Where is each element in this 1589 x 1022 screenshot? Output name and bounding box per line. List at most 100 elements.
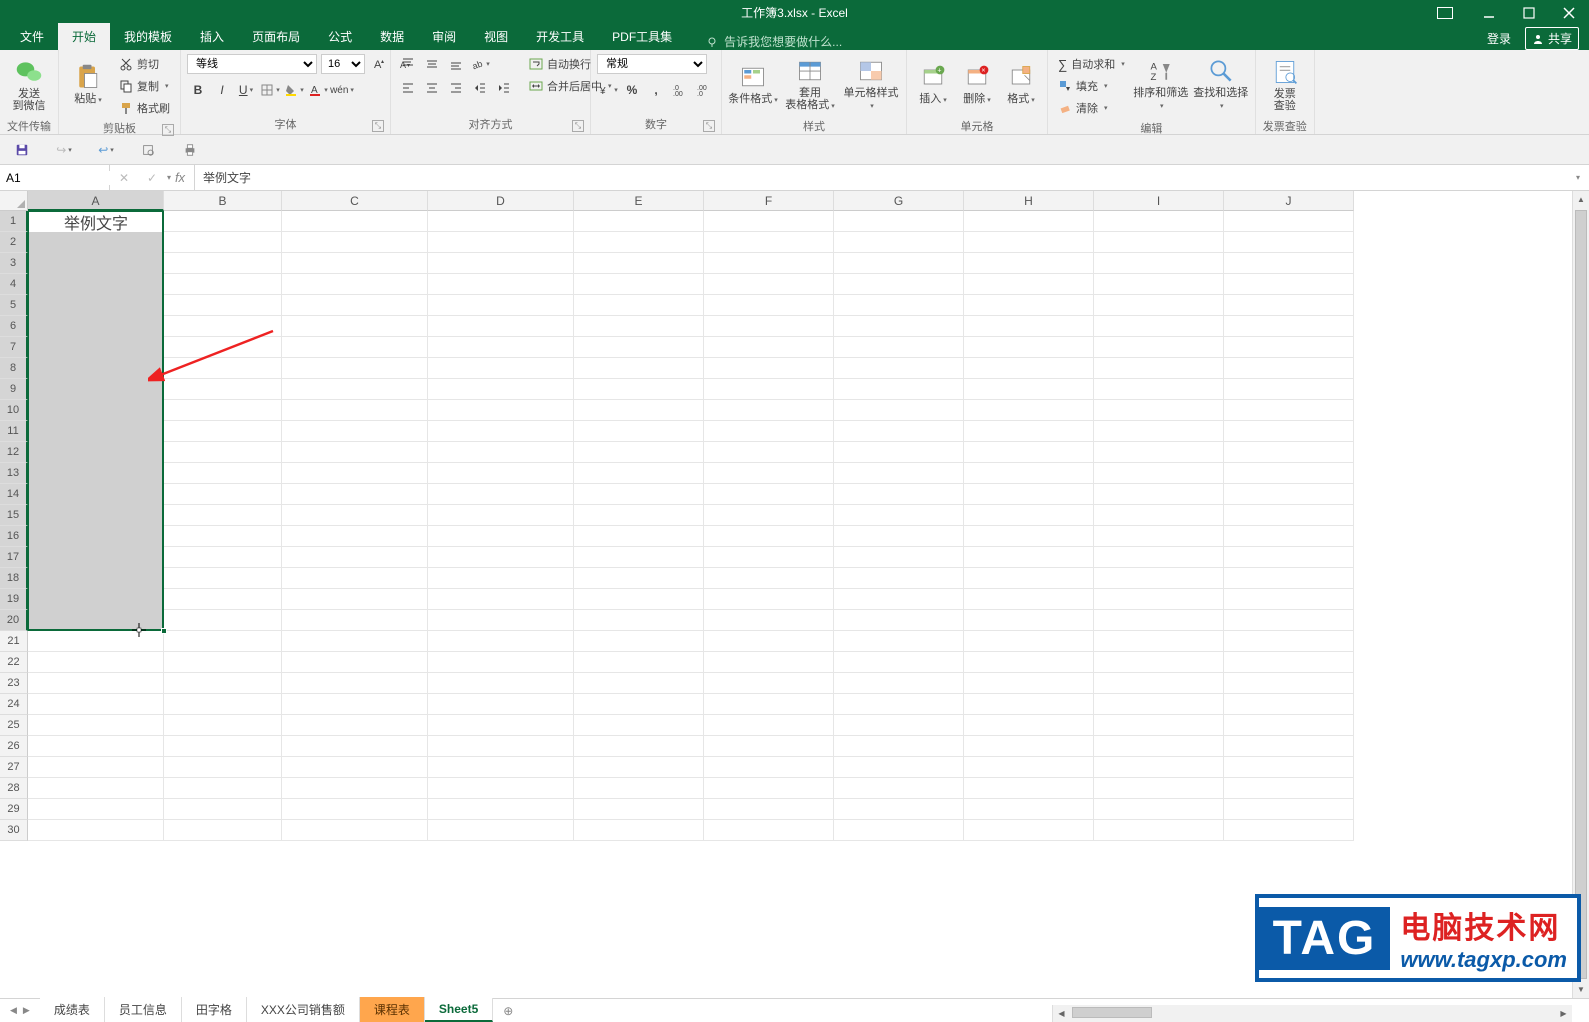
cell-J28[interactable]	[1224, 778, 1354, 799]
row-header-6[interactable]: 6	[0, 316, 28, 337]
formula-bar-expand[interactable]: ▾	[1567, 165, 1589, 190]
close-button[interactable]	[1549, 0, 1589, 25]
clear-button[interactable]: 清除▾	[1054, 98, 1129, 118]
cell-F30[interactable]	[704, 820, 834, 841]
row-header-15[interactable]: 15	[0, 505, 28, 526]
cell-I30[interactable]	[1094, 820, 1224, 841]
cell-H26[interactable]	[964, 736, 1094, 757]
cell-G15[interactable]	[834, 505, 964, 526]
scroll-up-button[interactable]: ▲	[1573, 191, 1589, 208]
cell-B30[interactable]	[164, 820, 282, 841]
cell-G18[interactable]	[834, 568, 964, 589]
login-link[interactable]: 登录	[1487, 30, 1511, 47]
redo-button[interactable]: ↪▾	[52, 138, 76, 162]
cell-E3[interactable]	[574, 253, 704, 274]
cell-F4[interactable]	[704, 274, 834, 295]
cell-G17[interactable]	[834, 547, 964, 568]
save-button[interactable]	[10, 138, 34, 162]
tab-home[interactable]: 开始	[58, 23, 110, 50]
row-header-11[interactable]: 11	[0, 421, 28, 442]
cell-D14[interactable]	[428, 484, 574, 505]
fill-handle[interactable]	[161, 628, 167, 634]
cell-I5[interactable]	[1094, 295, 1224, 316]
cell-C15[interactable]	[282, 505, 428, 526]
cell-G2[interactable]	[834, 232, 964, 253]
cell-H20[interactable]	[964, 610, 1094, 631]
cell-E22[interactable]	[574, 652, 704, 673]
cell-B24[interactable]	[164, 694, 282, 715]
cell-B20[interactable]	[164, 610, 282, 631]
cell-A20[interactable]	[28, 610, 164, 631]
sheet-nav-next[interactable]: ▶	[23, 1005, 30, 1016]
decrease-indent-button[interactable]	[469, 78, 491, 98]
cell-G27[interactable]	[834, 757, 964, 778]
cell-D1[interactable]	[428, 211, 574, 232]
row-header-12[interactable]: 12	[0, 442, 28, 463]
cell-J1[interactable]	[1224, 211, 1354, 232]
cell-E21[interactable]	[574, 631, 704, 652]
cell-C27[interactable]	[282, 757, 428, 778]
cell-A28[interactable]	[28, 778, 164, 799]
cell-F13[interactable]	[704, 463, 834, 484]
sheet-tab-Sheet5[interactable]: Sheet5	[425, 998, 493, 1022]
font-size-select[interactable]: 16	[321, 54, 365, 74]
cell-A1[interactable]	[28, 211, 164, 232]
row-header-7[interactable]: 7	[0, 337, 28, 358]
cell-J9[interactable]	[1224, 379, 1354, 400]
increase-indent-button[interactable]	[493, 78, 515, 98]
cell-J22[interactable]	[1224, 652, 1354, 673]
cell-C10[interactable]	[282, 400, 428, 421]
cell-F5[interactable]	[704, 295, 834, 316]
row-header-19[interactable]: 19	[0, 589, 28, 610]
tab-page-layout[interactable]: 页面布局	[238, 23, 314, 50]
cell-A3[interactable]	[28, 253, 164, 274]
cell-E26[interactable]	[574, 736, 704, 757]
tab-view[interactable]: 视图	[470, 23, 522, 50]
cell-I3[interactable]	[1094, 253, 1224, 274]
cell-C8[interactable]	[282, 358, 428, 379]
row-header-20[interactable]: 20	[0, 610, 28, 631]
cell-H12[interactable]	[964, 442, 1094, 463]
cell-F8[interactable]	[704, 358, 834, 379]
cell-E17[interactable]	[574, 547, 704, 568]
cell-H27[interactable]	[964, 757, 1094, 778]
cell-F24[interactable]	[704, 694, 834, 715]
cell-F10[interactable]	[704, 400, 834, 421]
cell-A13[interactable]	[28, 463, 164, 484]
cell-B29[interactable]	[164, 799, 282, 820]
cell-C9[interactable]	[282, 379, 428, 400]
comma-button[interactable]: ,	[645, 80, 667, 100]
insert-function-button[interactable]: fx	[166, 165, 194, 190]
cell-I23[interactable]	[1094, 673, 1224, 694]
cell-J29[interactable]	[1224, 799, 1354, 820]
orientation-button[interactable]: ab▾	[469, 54, 491, 74]
cell-G7[interactable]	[834, 337, 964, 358]
cell-A2[interactable]	[28, 232, 164, 253]
row-header-26[interactable]: 26	[0, 736, 28, 757]
spreadsheet-grid[interactable]: ABCDEFGHIJ 12345678910111213141516171819…	[0, 191, 1589, 998]
select-all-corner[interactable]	[0, 191, 28, 211]
cell-J4[interactable]	[1224, 274, 1354, 295]
cell-A5[interactable]	[28, 295, 164, 316]
cell-A26[interactable]	[28, 736, 164, 757]
row-header-17[interactable]: 17	[0, 547, 28, 568]
cell-A19[interactable]	[28, 589, 164, 610]
row-header-18[interactable]: 18	[0, 568, 28, 589]
cell-F26[interactable]	[704, 736, 834, 757]
cell-F1[interactable]	[704, 211, 834, 232]
send-to-wechat-button[interactable]: 发送到微信	[6, 54, 52, 116]
cell-J18[interactable]	[1224, 568, 1354, 589]
cell-G9[interactable]	[834, 379, 964, 400]
cell-C17[interactable]	[282, 547, 428, 568]
cell-B14[interactable]	[164, 484, 282, 505]
cell-B22[interactable]	[164, 652, 282, 673]
paste-button[interactable]: 粘贴▾	[65, 54, 111, 116]
undo-button[interactable]: ↩▾	[94, 138, 118, 162]
cell-C6[interactable]	[282, 316, 428, 337]
cell-B27[interactable]	[164, 757, 282, 778]
percent-button[interactable]: %	[621, 80, 643, 100]
insert-cells-button[interactable]: + 插入▾	[913, 54, 953, 116]
horizontal-scrollbar[interactable]: ◀ ▶	[1052, 1005, 1572, 1022]
cell-E7[interactable]	[574, 337, 704, 358]
maximize-button[interactable]	[1509, 0, 1549, 25]
